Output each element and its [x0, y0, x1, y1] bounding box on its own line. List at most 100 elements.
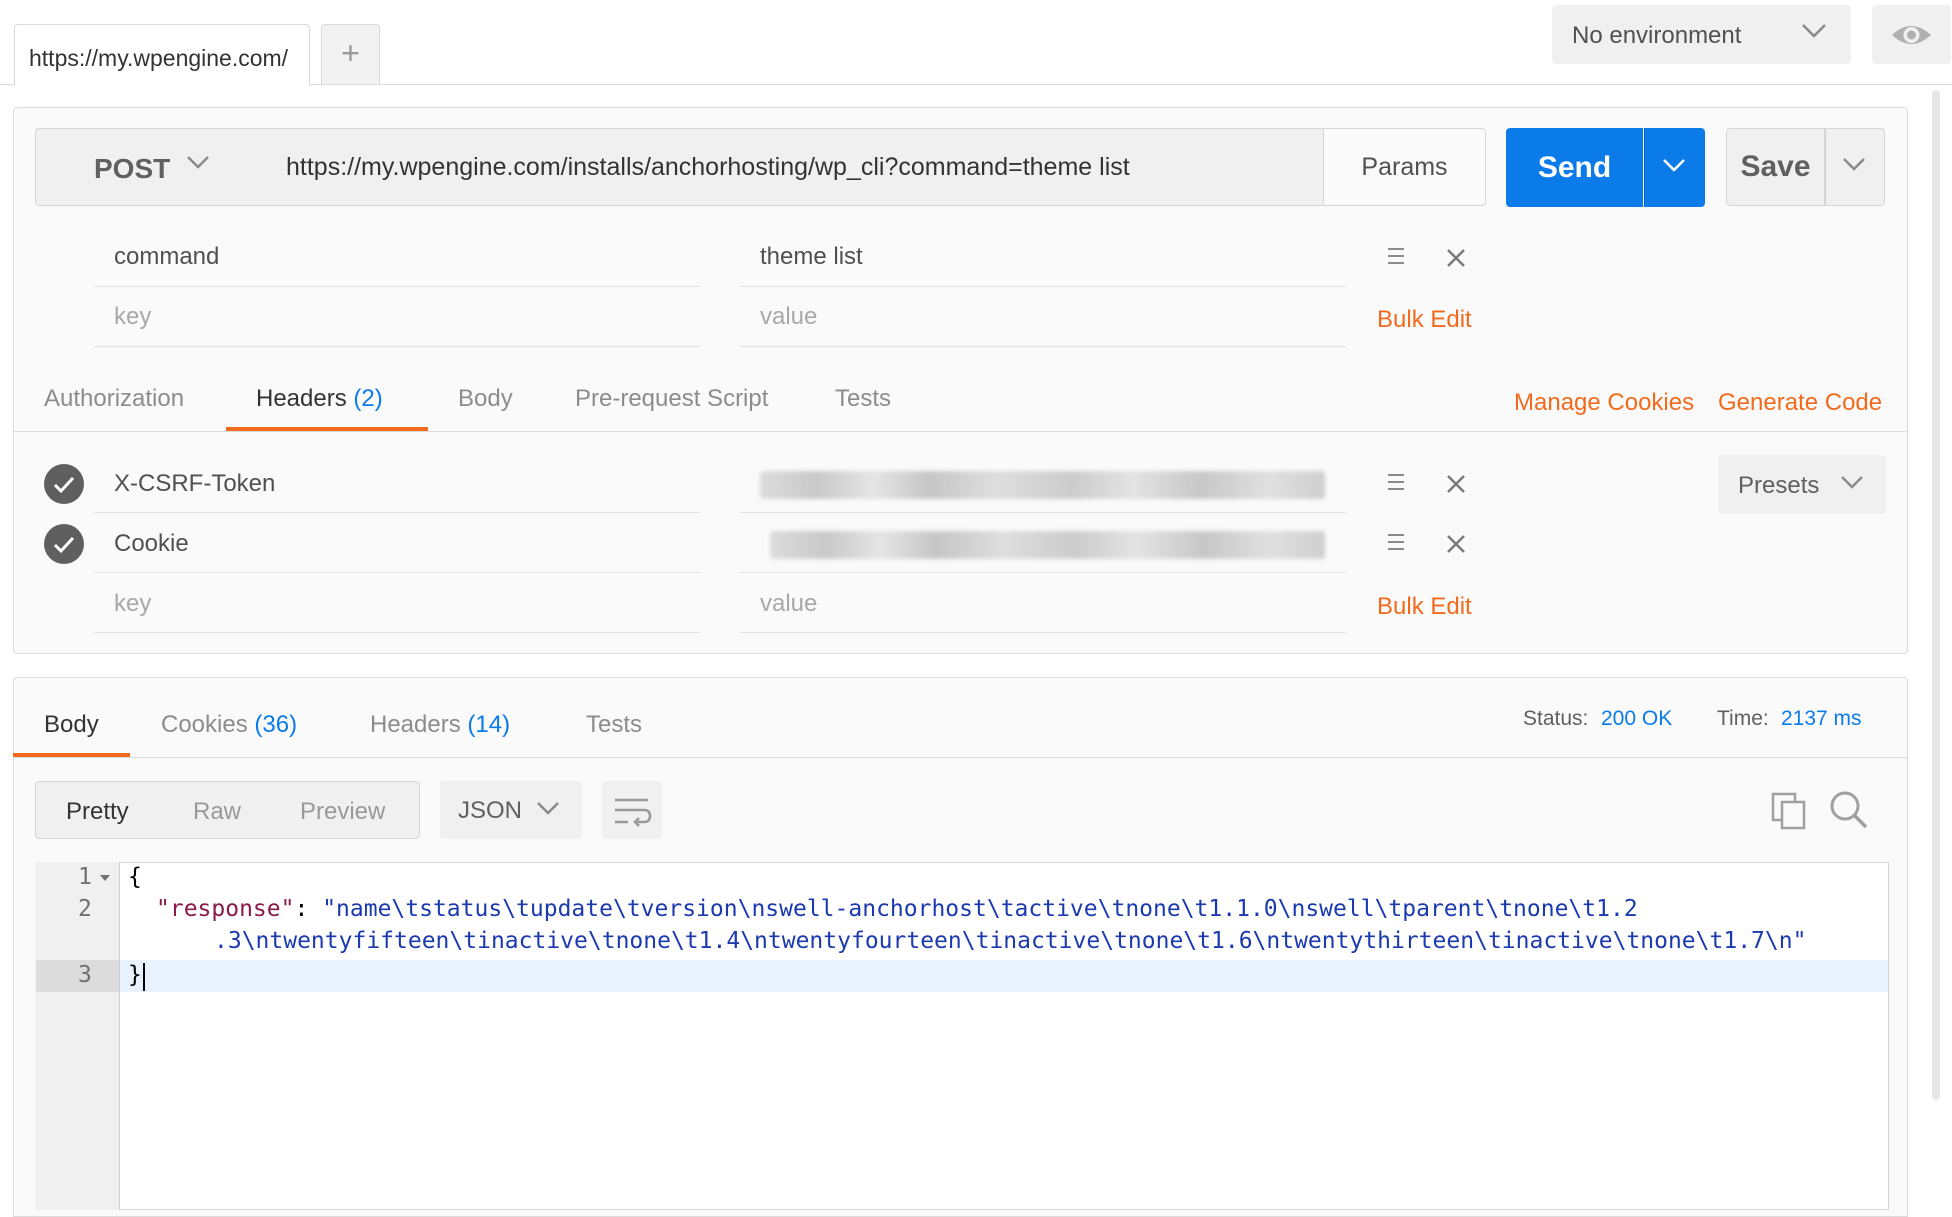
header-value-underline: [740, 632, 1346, 633]
copy-icon[interactable]: [1770, 791, 1808, 831]
request-tab-label: https://my.wpengine.com/: [29, 45, 289, 71]
language-select[interactable]: JSON: [440, 781, 582, 839]
header-key-underline: [94, 632, 700, 633]
wrap-lines-icon: [615, 798, 652, 827]
param-key-underline: [94, 286, 700, 287]
code-line-3: }: [128, 962, 142, 988]
json-string-value: "name\tstatus\tupdate\tversion\nswell-an…: [322, 896, 1638, 922]
line-number: 3: [78, 962, 92, 988]
chevron-down-icon: [1843, 158, 1865, 171]
param-value-underline: [740, 346, 1346, 347]
code-line-2: "response": "name\tstatus\tupdate\tversi…: [156, 896, 1638, 922]
chevron-down-icon: [1841, 476, 1863, 489]
url-input[interactable]: https://my.wpengine.com/installs/anchorh…: [266, 128, 1324, 206]
chevron-down-icon: [537, 802, 559, 815]
hamburger-icon[interactable]: [1388, 534, 1404, 552]
check-circle-icon[interactable]: [44, 524, 84, 564]
header-value-redacted[interactable]: [760, 471, 1325, 499]
add-tab-button[interactable]: +: [321, 24, 380, 84]
line-number: 1: [78, 864, 92, 890]
text-caret: [143, 963, 145, 991]
response-tab-cookies-label: Cookies: [161, 711, 248, 738]
search-icon[interactable]: [1828, 789, 1870, 831]
window-scrollbar[interactable]: [1932, 90, 1940, 1100]
environment-select[interactable]: No environment: [1552, 5, 1851, 64]
response-tab-headers[interactable]: Headers (14): [370, 711, 510, 739]
close-icon[interactable]: [1446, 474, 1466, 494]
request-tab[interactable]: https://my.wpengine.com/: [14, 24, 310, 86]
header-value-underline: [740, 572, 1346, 573]
send-options-button[interactable]: [1644, 128, 1705, 207]
tab-body[interactable]: Body: [458, 385, 513, 413]
status-label: Status:: [1523, 707, 1589, 730]
time-label: Time:: [1717, 707, 1769, 730]
param-value[interactable]: theme list: [760, 243, 863, 271]
param-key-input[interactable]: key: [114, 303, 151, 331]
presets-select[interactable]: Presets: [1718, 455, 1886, 514]
response-view-toggle: Pretty Raw Preview: [35, 781, 420, 839]
headers-bulk-edit-link[interactable]: Bulk Edit: [1377, 593, 1472, 621]
hamburger-icon[interactable]: [1388, 248, 1404, 266]
json-key: "response": [156, 896, 295, 922]
generate-code-link[interactable]: Generate Code: [1718, 389, 1882, 417]
request-tabs-divider: [13, 431, 1908, 432]
hamburger-icon[interactable]: [1388, 474, 1404, 492]
response-tab-headers-count: (14): [467, 711, 511, 738]
line-number: 2: [78, 896, 92, 922]
response-tab-tests[interactable]: Tests: [586, 711, 642, 739]
eye-icon: [1892, 26, 1931, 44]
view-pretty-button[interactable]: Pretty: [66, 798, 129, 826]
environment-label: No environment: [1572, 22, 1742, 49]
response-tab-cookies[interactable]: Cookies (36): [161, 711, 297, 739]
send-button[interactable]: Send: [1506, 128, 1643, 207]
tab-authorization[interactable]: Authorization: [44, 385, 184, 413]
response-tab-body[interactable]: Body: [44, 711, 99, 739]
code-line-1: {: [128, 864, 142, 890]
header-value-underline: [740, 512, 1346, 513]
method-label: POST: [94, 153, 171, 184]
tab-headers-count: (2): [353, 385, 383, 412]
response-tab-cookies-count: (36): [254, 711, 298, 738]
params-bulk-edit-link[interactable]: Bulk Edit: [1377, 306, 1472, 334]
tab-prerequest-script[interactable]: Pre-request Script: [575, 385, 768, 413]
param-key[interactable]: command: [114, 243, 219, 271]
language-label: JSON: [458, 797, 523, 824]
tab-headers-label: Headers: [256, 385, 347, 412]
param-value-underline: [740, 286, 1346, 287]
fold-arrow-icon[interactable]: [99, 873, 111, 883]
time-value: 2137 ms: [1781, 707, 1862, 730]
close-icon[interactable]: [1446, 534, 1466, 554]
check-circle-icon[interactable]: [44, 464, 84, 504]
save-options-button[interactable]: [1825, 128, 1885, 206]
status-value: 200 OK: [1601, 707, 1673, 730]
active-line-highlight: [120, 960, 1888, 992]
save-button[interactable]: Save: [1726, 128, 1825, 206]
tab-tests[interactable]: Tests: [835, 385, 891, 413]
wrap-lines-button[interactable]: [602, 781, 662, 839]
method-select[interactable]: POST: [35, 128, 267, 206]
tab-headers[interactable]: Headers (2): [256, 385, 383, 413]
header-key[interactable]: X-CSRF-Token: [114, 470, 275, 498]
presets-label: Presets: [1738, 472, 1820, 499]
header-key-underline: [94, 572, 700, 573]
header-key-input[interactable]: key: [114, 590, 151, 618]
close-icon[interactable]: [1446, 248, 1466, 268]
json-colon: :: [294, 896, 323, 922]
view-raw-button[interactable]: Raw: [193, 798, 241, 826]
environment-quick-look-button[interactable]: [1872, 5, 1951, 64]
param-value-input[interactable]: value: [760, 303, 817, 331]
code-line-2-wrap: .3\ntwentyfifteen\tinactive\tnone\t1.4\n…: [214, 928, 1806, 954]
header-key-underline: [94, 512, 700, 513]
view-preview-button[interactable]: Preview: [300, 798, 385, 826]
param-key-underline: [94, 346, 700, 347]
chevron-down-icon: [187, 156, 209, 169]
header-value-input[interactable]: value: [760, 590, 817, 618]
header-key[interactable]: Cookie: [114, 530, 189, 558]
response-tabs-divider: [13, 757, 1908, 758]
header-value-redacted[interactable]: [770, 531, 1325, 559]
response-tab-headers-label: Headers: [370, 711, 461, 738]
params-button[interactable]: Params: [1323, 128, 1486, 206]
url-text: https://my.wpengine.com/installs/anchorh…: [286, 153, 1130, 181]
manage-cookies-link[interactable]: Manage Cookies: [1514, 389, 1694, 417]
json-string-value-continued: .3\ntwentyfifteen\tinactive\tnone\t1.4\n…: [214, 928, 1807, 954]
